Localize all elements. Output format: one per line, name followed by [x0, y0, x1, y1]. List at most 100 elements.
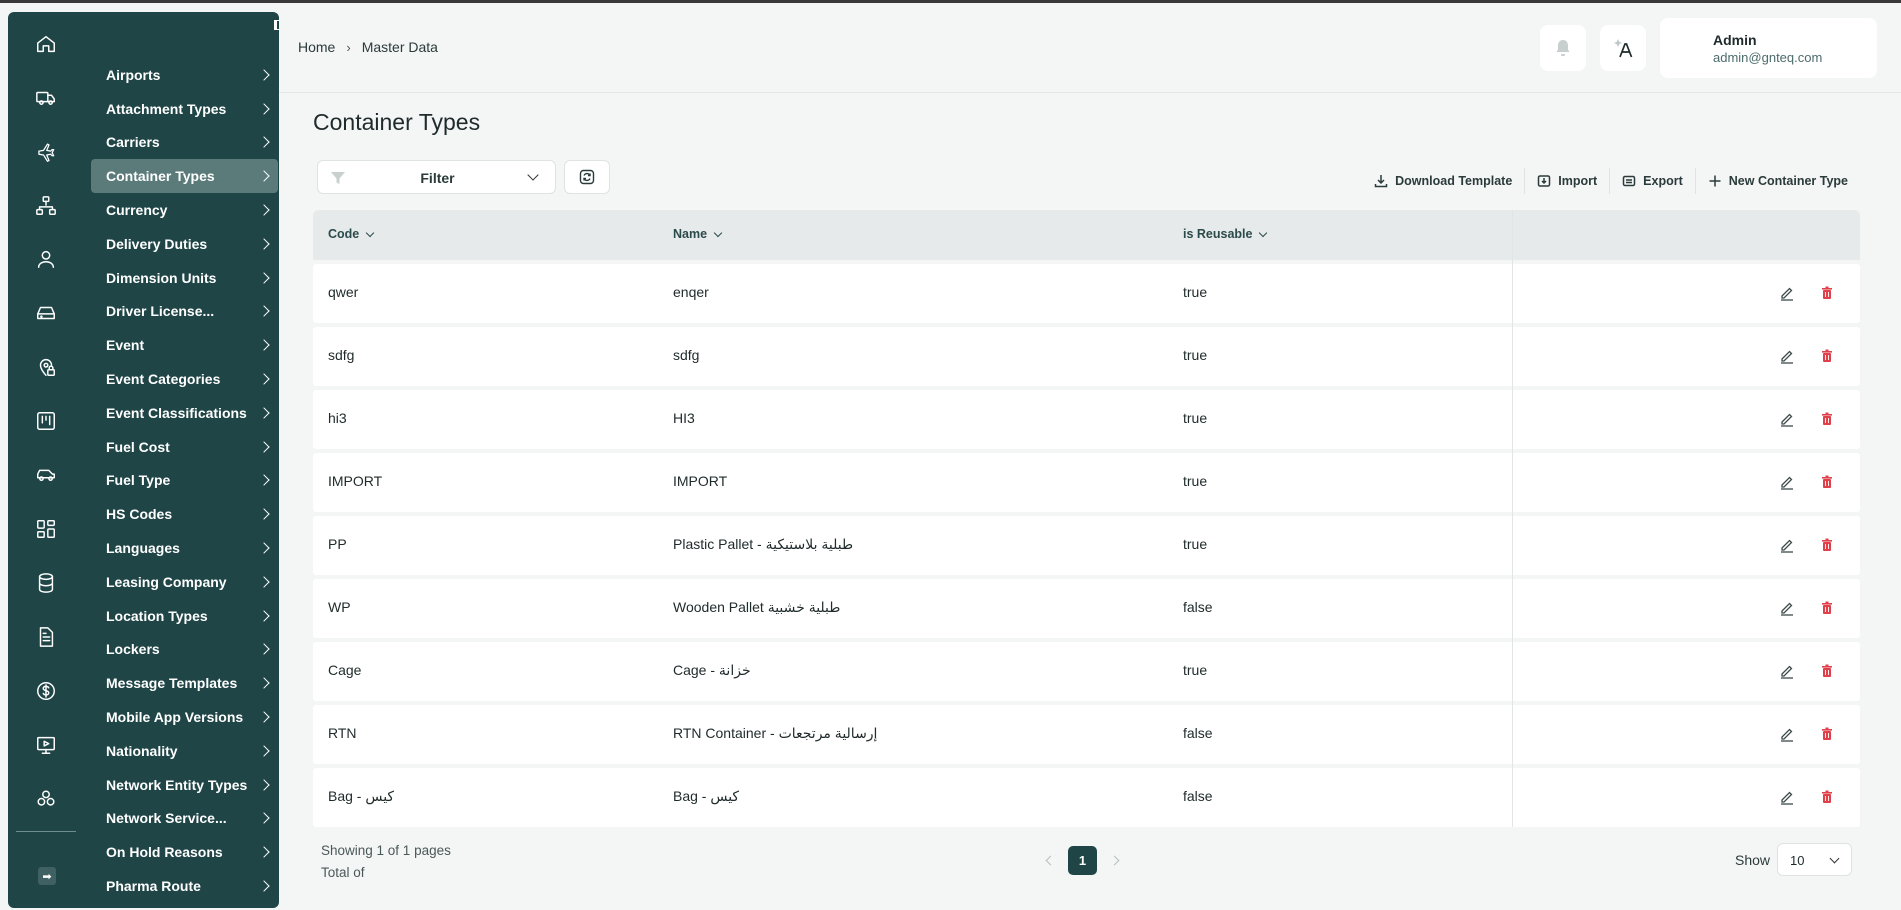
- location-lock-icon[interactable]: [32, 353, 60, 381]
- column-header-is-reusable[interactable]: is Reusable: [1183, 227, 1268, 241]
- import-icon: [1538, 175, 1551, 187]
- table-row[interactable]: RTN RTN Container - إرسالية مرتجعات false: [313, 705, 1860, 764]
- sidebar-item-delivery-duties[interactable]: Delivery Duties: [91, 227, 278, 261]
- sidebar-item-message-templates[interactable]: Message Templates: [91, 666, 278, 700]
- column-header-code[interactable]: Code: [328, 227, 375, 241]
- edit-icon[interactable]: [1779, 663, 1795, 679]
- delete-icon[interactable]: [1819, 474, 1835, 490]
- sidebar-item-fuel-type[interactable]: Fuel Type: [91, 464, 278, 498]
- document-icon[interactable]: [32, 623, 60, 651]
- sidebar-item-container-types[interactable]: Container Types: [91, 159, 278, 194]
- sidebar-item-label: Message Templates: [106, 675, 238, 692]
- edit-icon[interactable]: [1779, 726, 1795, 742]
- sidebar-item-airports[interactable]: Airports: [91, 58, 278, 92]
- sidebar-item-label: Network Service...: [106, 810, 227, 827]
- home-icon[interactable]: [32, 30, 60, 58]
- dashboard-icon[interactable]: [32, 515, 60, 543]
- sidebar-item-event-classifications[interactable]: Event Classifications: [91, 396, 278, 430]
- chevron-right-icon: [258, 542, 270, 554]
- sidebar-item-location-types[interactable]: Location Types: [91, 599, 278, 633]
- delete-icon[interactable]: [1819, 663, 1835, 679]
- cell-code: Cage: [328, 662, 362, 678]
- previous-page-icon[interactable]: [1045, 855, 1056, 866]
- breadcrumb-home[interactable]: Home: [298, 39, 335, 55]
- edit-icon[interactable]: [1779, 537, 1795, 553]
- truck-icon[interactable]: [32, 84, 60, 112]
- edit-icon[interactable]: [1779, 474, 1795, 490]
- notifications-button[interactable]: [1540, 25, 1586, 71]
- sidebar-item-hs-codes[interactable]: HS Codes: [91, 497, 278, 531]
- new-container-type-button[interactable]: New Container Type: [1694, 168, 1860, 194]
- delete-icon[interactable]: [1819, 285, 1835, 301]
- dollar-icon[interactable]: [32, 677, 60, 705]
- sidebar-item-fuel-cost[interactable]: Fuel Cost: [91, 430, 278, 464]
- table-row[interactable]: IMPORT IMPORT true: [313, 453, 1860, 512]
- table-row[interactable]: qwer enqer true: [313, 264, 1860, 323]
- sidebar-item-carriers[interactable]: Carriers: [91, 126, 278, 160]
- column-header-name[interactable]: Name: [673, 227, 723, 241]
- sidebar-item-languages[interactable]: Languages: [91, 531, 278, 565]
- sidebar-item-network-service[interactable]: Network Service...: [91, 802, 278, 836]
- delete-icon[interactable]: [1819, 537, 1835, 553]
- presentation-icon[interactable]: [32, 731, 60, 759]
- sidebar-item-attachment-types[interactable]: Attachment Types: [91, 92, 278, 126]
- sidebar-item-leasing-company[interactable]: Leasing Company: [91, 565, 278, 599]
- sidebar-item-nationality[interactable]: Nationality: [91, 734, 278, 768]
- table-row[interactable]: WP Wooden Pallet طبلية خشبية false: [313, 579, 1860, 638]
- page-size-select[interactable]: 10: [1777, 843, 1852, 876]
- chevron-right-icon: [258, 339, 270, 351]
- delete-icon[interactable]: [1819, 348, 1835, 364]
- logout-icon[interactable]: ➡: [38, 867, 56, 885]
- sidebar-item-lockers[interactable]: Lockers: [91, 633, 278, 667]
- sidebar-item-driver-license[interactable]: Driver License...: [91, 295, 278, 329]
- sidebar-item-pharma-route[interactable]: Pharma Route: [91, 869, 278, 903]
- drive-icon[interactable]: [32, 299, 60, 327]
- car-icon[interactable]: [32, 461, 60, 489]
- table-row[interactable]: Cage Cage - خزانة true: [313, 642, 1860, 701]
- sidebar-item-mobile-app-versions[interactable]: Mobile App Versions: [91, 700, 278, 734]
- sidebar-item-dimension-units[interactable]: Dimension Units: [91, 261, 278, 295]
- sidebar-item-event[interactable]: Event: [91, 328, 278, 362]
- next-page-icon[interactable]: [1109, 855, 1120, 866]
- filter-dropdown[interactable]: Filter: [317, 160, 556, 194]
- delete-icon[interactable]: [1819, 789, 1835, 805]
- user-icon[interactable]: [32, 245, 60, 273]
- edit-icon[interactable]: [1779, 348, 1795, 364]
- sidebar-item-network-entity-types[interactable]: Network Entity Types: [91, 768, 278, 802]
- language-button[interactable]: [1600, 25, 1646, 71]
- sidebar-item-event-categories[interactable]: Event Categories: [91, 362, 278, 396]
- table-row[interactable]: PP Plastic Pallet - طبلية بلاستيكية true: [313, 516, 1860, 575]
- cell-code: qwer: [328, 284, 359, 300]
- sidebar-item-label: Location Types: [106, 607, 208, 624]
- import-button[interactable]: Import: [1524, 168, 1609, 194]
- edit-icon[interactable]: [1779, 600, 1795, 616]
- table-row[interactable]: Bag - كيس Bag - كيس false: [313, 768, 1860, 827]
- sidebar-item-on-hold-reasons[interactable]: On Hold Reasons: [91, 835, 278, 869]
- pagination-total: Total of: [321, 865, 365, 880]
- edit-icon[interactable]: [1779, 411, 1795, 427]
- board-icon[interactable]: [32, 407, 60, 435]
- plane-icon[interactable]: [32, 138, 60, 166]
- row-actions: [1779, 537, 1835, 553]
- sidebar-item-currency[interactable]: Currency: [91, 193, 278, 227]
- shapes-icon[interactable]: [32, 785, 60, 813]
- export-button[interactable]: Export: [1609, 168, 1695, 194]
- table-row[interactable]: hi3 HI3 true: [313, 390, 1860, 449]
- page-button-current[interactable]: 1: [1068, 846, 1097, 875]
- chevron-right-icon: [258, 880, 270, 892]
- delete-icon[interactable]: [1819, 726, 1835, 742]
- edit-icon[interactable]: [1779, 789, 1795, 805]
- delete-icon[interactable]: [1819, 411, 1835, 427]
- user-profile[interactable]: Admin admin@gnteq.com: [1660, 18, 1877, 78]
- sidebar-menu: Airports Attachment Types Carriers Containe…: [91, 58, 278, 903]
- edit-icon[interactable]: [1779, 285, 1795, 301]
- sidebar: ➡ Airports Attachment Types Carriers Contai…: [8, 12, 279, 908]
- refresh-button[interactable]: [564, 160, 610, 194]
- sidebar-item-label: Container Types: [106, 168, 215, 185]
- download-template-button[interactable]: Download Template: [1362, 168, 1524, 194]
- table-row[interactable]: sdfg sdfg true: [313, 327, 1860, 386]
- delete-icon[interactable]: [1819, 600, 1835, 616]
- cell-name: RTN Container - إرسالية مرتجعات: [673, 725, 878, 741]
- database-icon[interactable]: [32, 569, 60, 597]
- network-icon[interactable]: [32, 192, 60, 220]
